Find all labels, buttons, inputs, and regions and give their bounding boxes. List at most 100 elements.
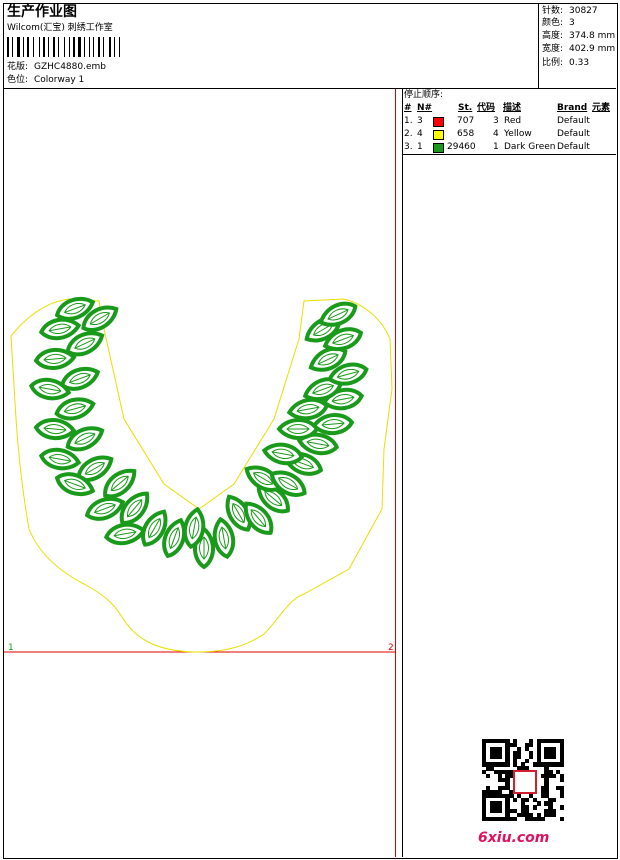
barcode-bar [12,37,13,57]
stat-value: 3 [569,18,575,28]
barcode-bar [48,37,49,57]
col-desc: 描述 [503,103,522,113]
leaf [84,496,126,521]
row-stitches: 29460 [447,142,476,152]
marker-left: 1 [8,643,14,653]
qr-module [552,754,557,759]
row-brand: Default [557,116,590,126]
row-index: 3. [404,142,413,152]
barcode-bar [69,37,70,57]
stat-label: 比例: [542,58,564,68]
stat-label: 颜色: [542,18,564,28]
row-desc: Yellow [504,129,532,139]
qr-module [497,809,502,814]
leaf [103,522,147,546]
stop-table-bottom [402,154,616,155]
leaf [212,516,236,560]
barcode-bar [78,37,81,57]
panel-divider-inner [395,89,396,857]
qr-code [482,739,565,822]
qr-module [540,817,545,822]
row-code: 3 [493,116,499,126]
barcode-bar [93,37,94,57]
row-code: 1 [493,142,499,152]
row-needle: 4 [417,129,423,139]
qr-module [528,742,534,748]
color-swatch-yellow [433,130,444,140]
barcode-bar [114,37,115,57]
stat-value: 0.33 [569,58,590,68]
col-element: 元素 [592,103,611,113]
row-needle: 1 [417,142,423,152]
qr-module [552,774,557,779]
design-value: GZHC4880.emb [34,62,106,72]
color-swatch-green [433,143,444,153]
barcode-bar [58,37,59,57]
stop-sequence-title: 停止顺序: [404,90,444,100]
col-num: # [404,103,412,113]
barcode-bar [7,37,9,57]
watermark-text: 6xiu.com [478,830,550,846]
col-brand: Brand [557,103,588,113]
col-code: 代码 [477,103,496,113]
barcode-bar [17,37,20,57]
row-stitches: 707 [457,116,475,126]
barcode-bar [109,37,111,57]
marker-right: 2 [388,643,394,653]
barcode-bar [39,37,40,57]
row-brand: Default [557,129,590,139]
row-desc: Dark Green [504,142,556,152]
leaf [276,418,320,440]
qr-module [552,797,557,802]
stat-value: 402.9 mm [569,44,616,54]
company-name: Wilcom(汇宝) 刺绣工作室 [7,23,113,33]
col-stitches: St. [458,103,473,113]
qr-module [528,754,534,759]
qr-module [560,778,565,783]
stat-label: 宽度: [542,44,564,54]
qr-module [560,817,565,822]
row-needle: 3 [417,116,423,126]
qr-module [485,774,491,779]
qr-module [505,762,510,767]
row-index: 2. [404,129,413,139]
barcode-bar [33,37,34,57]
col-needle: N# [417,103,433,113]
qr-module [513,797,518,802]
stat-label: 高度: [542,31,564,41]
qr-module [497,754,502,759]
barcode-bar [89,37,90,57]
qr-module [560,793,565,798]
barcode-bar [23,37,24,57]
qr-logo [513,770,537,794]
leaf [33,348,77,370]
row-stitches: 658 [457,129,475,139]
qr-module [532,805,537,810]
qr-module [524,797,530,802]
stat-value: 374.8 mm [569,31,616,41]
barcode-bar [103,37,104,57]
stats-divider [538,4,539,88]
barcode [7,37,152,57]
row-brand: Default [557,142,590,152]
row-index: 1. [404,116,413,126]
barcode-bar [43,37,45,57]
barcode-bar [64,37,65,57]
qr-module [560,805,565,810]
qr-module [560,762,565,767]
qr-module [536,801,541,806]
embroidery-canvas: 1 2 1 [4,296,395,653]
design-label: 花版: [7,62,29,72]
qr-module [524,758,530,763]
barcode-bar [84,37,85,57]
colorway-value: Colorway 1 [34,75,85,85]
panel-divider [402,89,403,857]
stat-label: 针数: [542,6,564,16]
color-swatch-red [433,117,444,127]
barcode-bar [73,37,75,57]
qr-module [552,813,557,818]
leaf [33,418,77,440]
barcode-bar [119,37,120,57]
stat-value: 30827 [569,6,598,16]
leaf [261,442,305,466]
